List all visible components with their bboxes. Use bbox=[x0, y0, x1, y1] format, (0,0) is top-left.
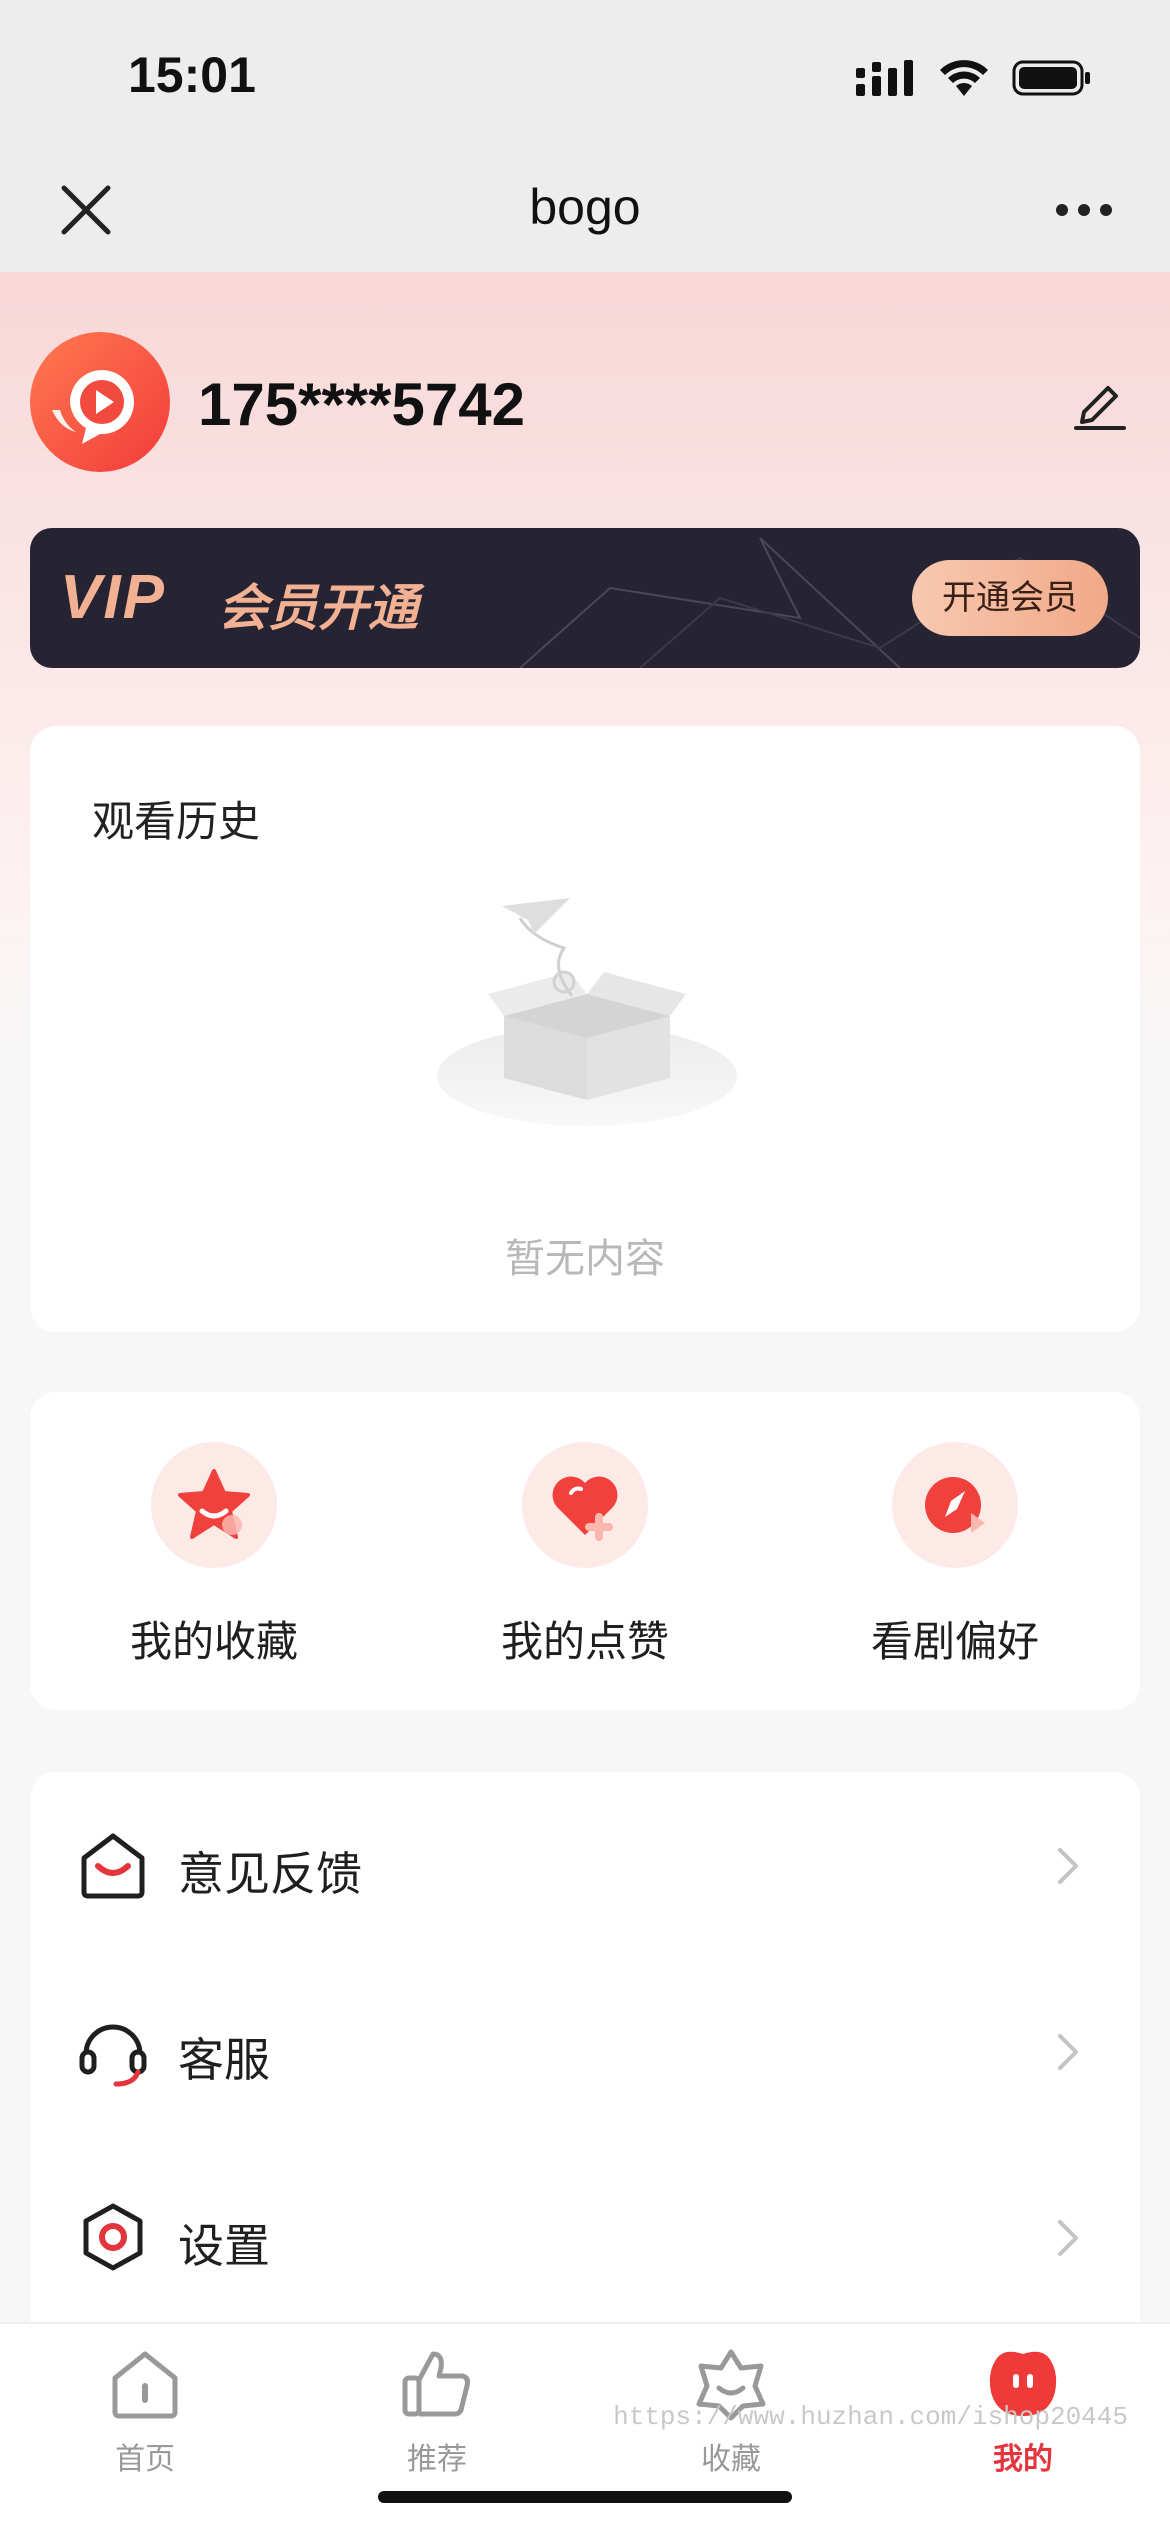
vip-banner[interactable]: VIP 会员开通 开通会员 bbox=[30, 528, 1140, 668]
profile-header: 175****5742 bbox=[30, 330, 1140, 474]
headset-icon bbox=[79, 2024, 147, 2087]
quick-action-label: 我的点赞 bbox=[500, 1617, 669, 1666]
watermark-text: https://www.huzhan.com/ishop20445 bbox=[613, 2402, 1128, 2432]
chevron-right-icon bbox=[1058, 1848, 1078, 1884]
navigation-bar: bogo bbox=[0, 150, 1170, 272]
status-time: 15:01 bbox=[128, 47, 256, 103]
vip-logo: VIP bbox=[60, 563, 166, 632]
battery-icon bbox=[1012, 60, 1090, 96]
empty-state-text: 暂无内容 bbox=[505, 1236, 665, 1282]
tab-label: 收藏 bbox=[701, 2442, 761, 2477]
home-icon bbox=[112, 2351, 178, 2419]
heart-icon bbox=[552, 1476, 618, 1541]
open-vip-button[interactable]: 开通会员 bbox=[912, 560, 1108, 636]
star-icon bbox=[178, 1469, 250, 1539]
menu-item-label: 客服 bbox=[178, 2033, 270, 2087]
quick-action-icon-bg bbox=[522, 1442, 648, 1568]
tab-label: 推荐 bbox=[407, 2442, 467, 2477]
quick-action-icon-bg bbox=[151, 1442, 277, 1568]
edit-profile-icon[interactable] bbox=[1070, 372, 1130, 432]
menu-item-label: 意见反馈 bbox=[178, 1847, 362, 1901]
avatar[interactable] bbox=[30, 332, 170, 472]
quick-actions-card: 我的收藏 我的点赞 看剧偏好 bbox=[30, 1392, 1140, 1710]
vip-title: 会员开通 bbox=[218, 579, 418, 637]
app-logo-icon bbox=[52, 370, 134, 444]
watch-history-card: 观看历史 暂无内容 bbox=[30, 726, 1140, 1332]
compass-icon bbox=[925, 1477, 985, 1533]
wifi-icon bbox=[940, 60, 988, 96]
empty-box-illustration bbox=[437, 898, 737, 1126]
tab-recommend[interactable]: 推荐 bbox=[362, 2344, 512, 2478]
menu-item-label: 设置 bbox=[178, 2219, 270, 2273]
tab-label: 首页 bbox=[115, 2442, 175, 2477]
watch-history-title: 观看历史 bbox=[92, 797, 261, 846]
more-icon[interactable] bbox=[1054, 198, 1114, 222]
menu-list-card: 意见反馈 客服 设置 bbox=[30, 1772, 1140, 2352]
menu-item-settings[interactable]: 设置 bbox=[30, 2144, 1140, 2330]
chevron-right-icon bbox=[1058, 2034, 1078, 2070]
tab-label: 我的 bbox=[993, 2442, 1053, 2477]
username: 175****5742 bbox=[198, 371, 525, 438]
feedback-mail-icon bbox=[81, 1833, 145, 1899]
menu-item-feedback[interactable]: 意见反馈 bbox=[30, 1772, 1140, 1958]
thumbs-up-icon bbox=[402, 2351, 470, 2417]
quick-action-label: 看剧偏好 bbox=[870, 1617, 1039, 1666]
status-icons bbox=[856, 56, 1092, 100]
quick-action-preferences[interactable]: 看剧偏好 bbox=[805, 1442, 1105, 1669]
settings-icon bbox=[83, 2203, 143, 2271]
quick-action-favorites[interactable]: 我的收藏 bbox=[64, 1442, 364, 1669]
page-title: bogo bbox=[529, 179, 641, 235]
tab-home[interactable]: 首页 bbox=[70, 2344, 220, 2478]
quick-action-icon-bg bbox=[892, 1442, 1018, 1568]
cellular-signal-icon bbox=[856, 60, 913, 96]
quick-action-label: 我的收藏 bbox=[129, 1617, 298, 1666]
quick-action-likes[interactable]: 我的点赞 bbox=[435, 1442, 735, 1669]
chevron-right-icon bbox=[1058, 2220, 1078, 2256]
menu-item-customer-service[interactable]: 客服 bbox=[30, 1958, 1140, 2144]
status-bar: 15:01 bbox=[0, 0, 1170, 150]
home-indicator bbox=[378, 2491, 792, 2503]
